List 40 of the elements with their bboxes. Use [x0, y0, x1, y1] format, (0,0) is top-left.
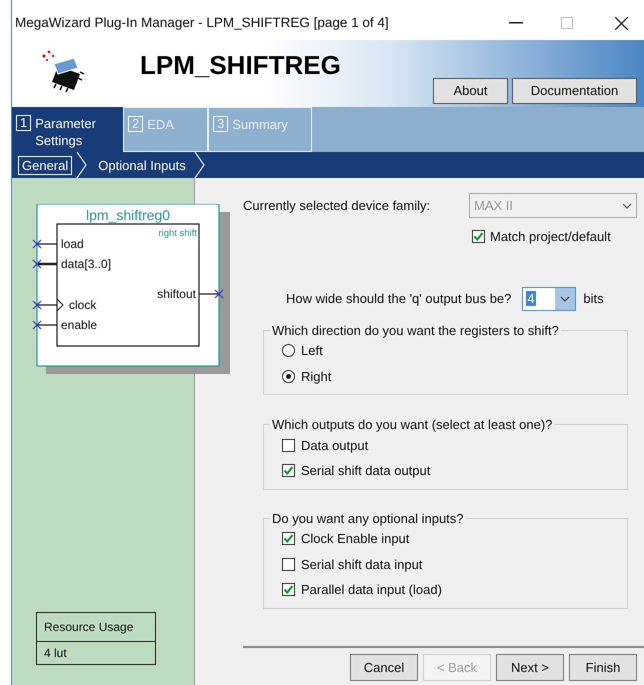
- dialog-button[interactable]: Next >: [496, 654, 564, 681]
- bus-width-label: How wide should the 'q' output bus be?: [286, 290, 512, 308]
- option-label: Left: [301, 342, 323, 360]
- checkbox[interactable]: [282, 464, 295, 478]
- table-header: Resource Usage: [37, 613, 155, 642]
- option-label: Serial shift data output: [301, 462, 430, 480]
- group-title: Which outputs do you want (select at least one)?: [271, 416, 554, 434]
- device-family-label: Currently selected device family:: [243, 196, 432, 215]
- chevron-icon: [76, 152, 88, 178]
- option-label: Clock Enable input: [301, 530, 410, 548]
- bus-width-dropdown[interactable]: 4: [522, 286, 576, 310]
- checkbox[interactable]: [282, 532, 295, 546]
- checkbox[interactable]: [282, 438, 295, 452]
- radio-button[interactable]: [282, 370, 295, 383]
- radio-button[interactable]: [282, 344, 295, 358]
- breadcrumb-step[interactable]: Optional Inputs: [94, 156, 190, 174]
- option-label: Right: [301, 368, 332, 386]
- header-button[interactable]: Documentation: [512, 78, 637, 104]
- checkbox[interactable]: [282, 583, 295, 596]
- chevron-icon: [194, 152, 206, 178]
- option-label: Data output: [301, 436, 368, 455]
- group-title: Which direction do you want the registers to shift?: [271, 322, 560, 340]
- dialog-button[interactable]: Cancel: [350, 654, 418, 681]
- option-label: Parallel data input (load): [301, 581, 442, 599]
- header-button[interactable]: About: [433, 78, 508, 104]
- group-title: Do you want any optional inputs?: [271, 510, 465, 528]
- close-icon[interactable]: [615, 16, 628, 30]
- wizard-tab[interactable]: 1 Parameter Settings: [12, 107, 123, 152]
- chevron-down-icon: [560, 296, 570, 302]
- checkbox[interactable]: [282, 558, 295, 571]
- window-title: MegaWizard Plug-In Manager - LPM_SHIFTREG [page 1 of 4]: [15, 14, 389, 32]
- breadcrumb-step[interactable]: General: [18, 156, 72, 174]
- minimize-icon[interactable]: [509, 22, 523, 24]
- chevron-down-icon: [622, 202, 632, 208]
- unit-label: bits: [583, 290, 604, 308]
- table-cell-text: 4 lut: [43, 645, 68, 662]
- option-label: Serial shift data input: [301, 556, 422, 574]
- header-title: LPM_SHIFTREG: [140, 49, 341, 82]
- checkbox-label: Match project/default: [490, 228, 611, 246]
- dialog-button[interactable]: Finish: [569, 654, 637, 681]
